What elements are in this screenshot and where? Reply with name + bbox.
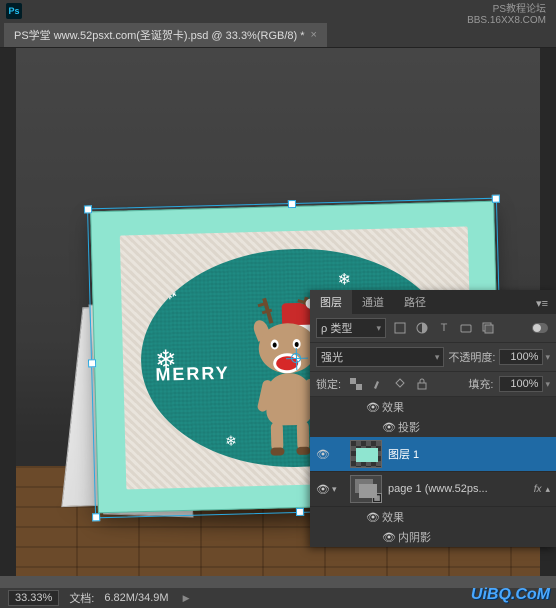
layer-list[interactable]: 👁 效果 👁 投影 👁 图层 1 👁 ▾ ▦ page 1 (www.52ps.… [310,397,556,547]
document-tab[interactable]: PS学堂 www.52psxt.com(圣诞贺卡).psd @ 33.3%(RG… [4,23,327,47]
filter-adjust-icon[interactable] [412,319,432,337]
opacity-input[interactable]: 100% ▾ [499,349,550,365]
visibility-eye-icon[interactable]: 👁 [314,448,332,461]
photoshop-logo: Ps [6,3,22,19]
drop-shadow-row[interactable]: 👁 投影 [310,417,556,437]
zoom-level-input[interactable]: 33.33% [8,590,59,606]
snowflake-icon: ❄ [225,433,237,450]
lock-paint-icon[interactable] [369,376,387,392]
doc-size-value: 6.82M/34.9M [104,592,168,604]
watermark-bottom-right: UiBQ.CoM [471,586,550,604]
layer-name[interactable]: 图层 1 [388,446,552,462]
inner-shadow-row[interactable]: 👁 内阴影 [310,527,556,547]
layers-panel[interactable]: 图层 通道 路径 ▾≡ ρ 类型 ▾ T 强光 ▾ 不透明度: 100% ▾ 锁… [310,290,556,547]
blend-opacity-row: 强光 ▾ 不透明度: 100% ▾ [310,343,556,372]
snowflake-icon: ❄ [161,280,178,305]
chevron-down-icon: ▾ [545,379,550,390]
merry-text: MERRY [155,363,230,386]
effects-label: 效果 [382,399,404,415]
twisty-collapse-icon[interactable]: ▾ [332,484,344,495]
chevron-down-icon: ▾ [435,352,440,363]
visibility-eye-icon[interactable]: 👁 [364,401,382,414]
fill-label: 填充: [468,376,493,392]
watermark-line1: PS教程论坛 [467,4,546,15]
filter-type-row: ρ 类型 ▾ T [310,314,556,343]
lock-all-icon[interactable] [413,376,431,392]
fx-expand-icon[interactable]: ▴ [545,484,550,495]
effects-row[interactable]: 👁 效果 [310,397,556,417]
panel-tabs: 图层 通道 路径 ▾≡ [310,290,556,314]
blend-mode-dropdown[interactable]: 强光 ▾ [316,347,444,367]
layer-thumbnail[interactable] [350,440,382,468]
snowflake-icon: ❄ [337,270,351,290]
layer-name[interactable]: page 1 (www.52ps... [388,483,534,495]
drop-shadow-label: 投影 [398,419,420,435]
fill-value: 100% [499,376,543,392]
filter-shape-icon[interactable] [456,319,476,337]
layer-row-page1[interactable]: 👁 ▾ ▦ page 1 (www.52ps... fx ▴ [310,472,556,507]
smart-object-badge-icon: ▦ [372,493,382,503]
filter-icons: T [390,319,498,337]
filter-pixel-icon[interactable] [390,319,410,337]
visibility-eye-icon[interactable]: 👁 [364,511,382,524]
watermark-line2: BBS.16XX8.COM [467,15,546,26]
effects-label: 效果 [382,509,404,525]
visibility-eye-icon[interactable]: 👁 [380,531,398,544]
opacity-value: 100% [499,349,543,365]
doc-size-label: 文档: [69,590,94,606]
filter-kind-dropdown[interactable]: ρ 类型 ▾ [316,318,386,338]
layer-row-layer1[interactable]: 👁 图层 1 [310,437,556,472]
lock-label: 锁定: [316,376,341,392]
filter-type-icon[interactable]: T [434,319,454,337]
panel-menu-button[interactable]: ▾≡ [528,293,556,314]
blend-mode-value: 强光 [321,349,343,365]
effects-row[interactable]: 👁 效果 [310,507,556,527]
opacity-label: 不透明度: [448,349,495,365]
tab-paths[interactable]: 路径 [394,290,436,314]
visibility-eye-icon[interactable]: 👁 [380,421,398,434]
filter-toggle-switch[interactable] [530,319,550,337]
fx-badge[interactable]: fx [534,484,542,495]
chevron-down-icon: ▾ [545,352,550,363]
lock-position-icon[interactable] [391,376,409,392]
watermark-top: PS教程论坛 BBS.16XX8.COM [467,4,546,26]
tab-close-button[interactable]: × [311,29,317,41]
status-bar-menu-icon[interactable]: ▶ [183,593,190,604]
lock-fill-row: 锁定: 填充: 100% ▾ [310,372,556,397]
document-tab-label: PS学堂 www.52psxt.com(圣诞贺卡).psd @ 33.3%(RG… [14,27,305,43]
filter-kind-label: ρ 类型 [321,320,352,336]
layer-thumbnail-smart[interactable]: ▦ [350,475,382,503]
tab-layers[interactable]: 图层 [310,290,352,314]
fill-input[interactable]: 100% ▾ [499,376,550,392]
inner-shadow-label: 内阴影 [398,529,431,545]
lock-transparency-icon[interactable] [347,376,365,392]
chevron-down-icon: ▾ [376,323,381,334]
filter-smart-icon[interactable] [478,319,498,337]
tab-channels[interactable]: 通道 [352,290,394,314]
visibility-eye-icon[interactable]: 👁 [314,483,332,496]
